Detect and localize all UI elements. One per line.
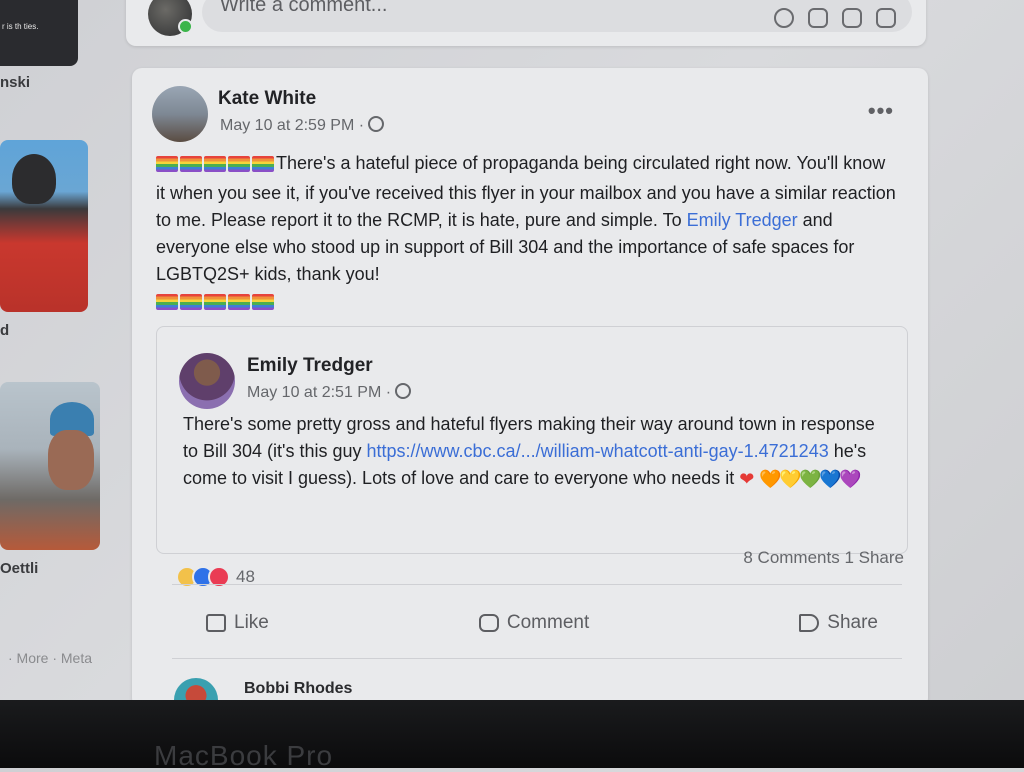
commenter-name[interactable]: Bobbi Rhodes [244, 680, 352, 698]
share-arrow-icon [799, 614, 820, 632]
rainbow-flag-icon [156, 294, 178, 310]
comment-composer-card: Write a comment... [126, 0, 926, 46]
purple-heart-icon: 💜 [839, 469, 862, 489]
comment-input[interactable]: Write a comment... [202, 0, 912, 32]
online-indicator [178, 19, 193, 34]
contact-photo-2-face [48, 430, 94, 490]
post-author-name[interactable]: Kate White [218, 88, 316, 110]
laptop-bezel: MacBook Pro [0, 700, 1024, 771]
sidebar-footer-links[interactable]: · More · Meta [8, 650, 92, 666]
contact-photo-1-figure [12, 154, 56, 204]
contact-photo-1[interactable] [0, 140, 88, 312]
external-link[interactable]: https://www.cbc.ca/.../william-whatcott-… [367, 441, 829, 461]
rainbow-flag-icon [180, 156, 202, 172]
rainbow-flag-icon [228, 294, 250, 310]
orange-heart-icon: 🧡 [759, 469, 782, 489]
avatar[interactable] [148, 0, 193, 36]
like-button[interactable]: Like [192, 606, 283, 640]
shared-author-name[interactable]: Emily Tredger [247, 355, 373, 377]
shared-post[interactable]: Emily Tredger May 10 at 2:51 PM · There'… [156, 326, 908, 554]
rainbow-flag-icons [156, 291, 276, 318]
sticker-icon[interactable] [876, 8, 896, 28]
green-heart-icon: 💚 [799, 469, 822, 489]
left-sidebar: r is th ties. nski d Oettli · More · Met… [0, 0, 128, 700]
globe-icon [368, 116, 385, 132]
comment-button[interactable]: Comment [465, 606, 603, 640]
divider [172, 584, 902, 585]
rainbow-flag-icon [228, 156, 250, 172]
post-timestamp[interactable]: May 10 at 2:59 PM · [220, 116, 385, 135]
comment-placeholder: Write a comment... [220, 0, 388, 16]
post-author-avatar[interactable] [152, 86, 208, 142]
post-timestamp-text: May 10 at 2:59 PM · [220, 117, 365, 134]
like-label: Like [234, 612, 269, 633]
rainbow-flag-icon [252, 294, 274, 310]
divider [172, 658, 902, 659]
comment-label: Comment [506, 612, 590, 633]
rainbow-flag-icon [252, 156, 274, 172]
emoji-icon[interactable] [774, 8, 794, 28]
thumbs-up-icon [206, 614, 226, 632]
story-thumbnail-text: r is th ties. [2, 22, 39, 31]
share-label: Share [827, 612, 878, 633]
rainbow-flag-icons [156, 153, 276, 180]
device-label: MacBook Pro [154, 740, 334, 771]
mention-link[interactable]: Emily Tredger [687, 210, 798, 230]
globe-icon [395, 383, 412, 399]
rainbow-flag-icon [204, 156, 226, 172]
sidebar-name-2[interactable]: d [0, 322, 9, 339]
sidebar-name-3[interactable]: Oettli [0, 560, 38, 577]
share-button[interactable]: Share [785, 606, 892, 640]
post-card: Kate White May 10 at 2:59 PM · ••• There… [132, 68, 928, 722]
yellow-heart-icon: 💛 [779, 469, 802, 489]
sidebar-name-1[interactable]: nski [0, 74, 30, 91]
comments-shares-count[interactable]: 8 Comments 1 Share [743, 548, 904, 568]
rainbow-flag-icon [180, 294, 202, 310]
shared-body: There's some pretty gross and hateful fl… [183, 411, 883, 492]
rainbow-flag-icon [204, 294, 226, 310]
more-options-icon[interactable]: ••• [868, 98, 894, 124]
red-heart-icon: ❤ [739, 469, 755, 489]
camera-icon[interactable] [808, 8, 828, 28]
shared-author-avatar[interactable] [179, 353, 235, 409]
blue-heart-icon: 💙 [819, 469, 842, 489]
comment-bubble-icon [478, 614, 499, 632]
rainbow-flag-icon [156, 156, 178, 172]
gif-icon[interactable] [842, 8, 862, 28]
post-actions: Like Comment Share [192, 606, 892, 640]
post-body: There's a hateful piece of propaganda be… [156, 150, 896, 318]
contact-photo-2[interactable] [0, 382, 100, 550]
story-thumbnail[interactable]: r is th ties. [0, 0, 78, 66]
shared-timestamp-text: May 10 at 2:51 PM · [247, 384, 392, 401]
shared-timestamp[interactable]: May 10 at 2:51 PM · [247, 383, 412, 402]
